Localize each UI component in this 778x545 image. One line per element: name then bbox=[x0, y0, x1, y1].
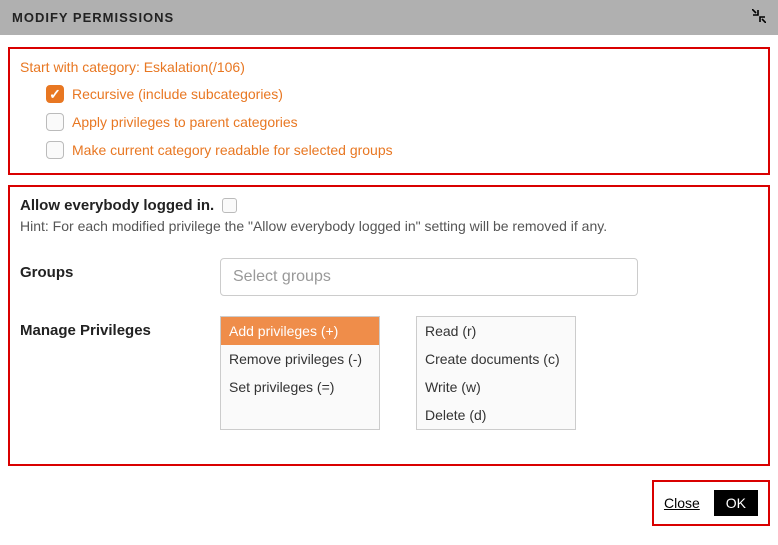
privilege-type-list[interactable]: Read (r) Create documents (c) Write (w) … bbox=[416, 316, 576, 430]
option-apply-parent-row[interactable]: Apply privileges to parent categories bbox=[46, 113, 758, 131]
type-delete[interactable]: Delete (d) bbox=[417, 401, 575, 429]
type-read[interactable]: Read (r) bbox=[417, 317, 575, 345]
option-recursive-label: Recursive (include subcategories) bbox=[72, 86, 283, 102]
collapse-icon[interactable] bbox=[752, 9, 766, 26]
dialog-title: MODIFY PERMISSIONS bbox=[12, 10, 174, 25]
footer-actions: Close OK bbox=[652, 480, 770, 526]
dialog-header: MODIFY PERMISSIONS bbox=[0, 0, 778, 35]
action-add-privileges[interactable]: Add privileges (+) bbox=[221, 317, 379, 345]
option-make-readable-row[interactable]: Make current category readable for selec… bbox=[46, 141, 758, 159]
category-start-label: Start with category: Eskalation(/106) bbox=[20, 59, 758, 75]
option-apply-parent-label: Apply privileges to parent categories bbox=[72, 114, 298, 130]
privileges-section: Allow everybody logged in. Hint: For eac… bbox=[8, 185, 770, 466]
action-set-privileges[interactable]: Set privileges (=) bbox=[221, 373, 379, 401]
checkbox-allow-everybody[interactable] bbox=[222, 198, 237, 213]
ok-button[interactable]: OK bbox=[714, 490, 758, 516]
privilege-action-list[interactable]: Add privileges (+) Remove privileges (-)… bbox=[220, 316, 380, 430]
close-link[interactable]: Close bbox=[664, 495, 700, 511]
manage-privileges-label: Manage Privileges bbox=[20, 316, 220, 339]
allow-hint: Hint: For each modified privilege the "A… bbox=[20, 218, 758, 234]
option-make-readable-label: Make current category readable for selec… bbox=[72, 142, 393, 158]
allow-everybody-label: Allow everybody logged in. bbox=[20, 197, 214, 214]
type-write[interactable]: Write (w) bbox=[417, 373, 575, 401]
checkbox-make-readable[interactable] bbox=[46, 141, 64, 159]
option-recursive-row[interactable]: ✓ Recursive (include subcategories) bbox=[46, 85, 758, 103]
category-section: Start with category: Eskalation(/106) ✓ … bbox=[8, 47, 770, 175]
checkbox-apply-parent[interactable] bbox=[46, 113, 64, 131]
groups-label: Groups bbox=[20, 258, 220, 281]
type-create-documents[interactable]: Create documents (c) bbox=[417, 345, 575, 373]
checkbox-recursive[interactable]: ✓ bbox=[46, 85, 64, 103]
groups-select[interactable]: Select groups bbox=[220, 258, 638, 296]
action-remove-privileges[interactable]: Remove privileges (-) bbox=[221, 345, 379, 373]
